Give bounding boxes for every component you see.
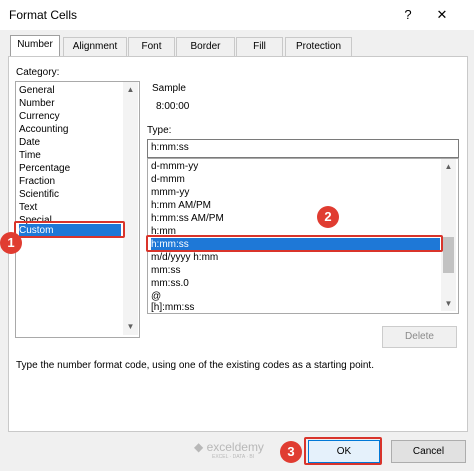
watermark-icon: ◆: [194, 440, 204, 454]
type-item[interactable]: mm:ss: [151, 265, 180, 277]
scroll-thumb[interactable]: [443, 237, 454, 273]
scroll-up-icon[interactable]: ▲: [123, 83, 138, 97]
category-item-fraction[interactable]: Fraction: [19, 176, 55, 188]
annotation-box-ok: [304, 437, 382, 465]
category-item-accounting[interactable]: Accounting: [19, 124, 68, 136]
tab-number[interactable]: Number: [10, 35, 60, 57]
annotation-box-type: [146, 235, 443, 252]
annotation-badge-1: 1: [0, 232, 22, 254]
scroll-up-icon[interactable]: ▲: [441, 160, 456, 174]
category-item-percentage[interactable]: Percentage: [19, 163, 70, 175]
watermark-name: exceldemy: [206, 440, 264, 454]
scroll-down-icon[interactable]: ▼: [441, 297, 456, 311]
category-label: Category:: [16, 67, 60, 78]
type-item[interactable]: h:mm AM/PM: [151, 200, 211, 212]
sample-value: 8:00:00: [156, 101, 190, 112]
category-item-scientific[interactable]: Scientific: [19, 189, 59, 201]
annotation-box-custom: [14, 221, 125, 238]
scroll-down-icon[interactable]: ▼: [123, 320, 138, 334]
dialog-title: Format Cells: [9, 8, 78, 22]
category-item-number[interactable]: Number: [19, 98, 55, 110]
tab-alignment[interactable]: Alignment: [63, 37, 127, 56]
tab-protection[interactable]: Protection: [285, 37, 352, 56]
category-item-time[interactable]: Time: [19, 150, 41, 162]
type-item[interactable]: mmm-yy: [151, 187, 189, 199]
watermark-logo: ◆ exceldemy: [194, 440, 264, 454]
type-item[interactable]: mm:ss.0: [151, 278, 189, 290]
category-item-general[interactable]: General: [19, 85, 55, 97]
description-text: Type the number format code, using one o…: [16, 360, 374, 371]
delete-button[interactable]: Delete: [382, 326, 457, 348]
type-item[interactable]: h:mm:ss AM/PM: [151, 213, 224, 225]
category-list[interactable]: General Number Currency Accounting Date …: [15, 81, 140, 338]
tab-fill[interactable]: Fill: [236, 37, 283, 56]
category-item-date[interactable]: Date: [19, 137, 40, 149]
category-scrollbar[interactable]: ▲ ▼: [123, 82, 138, 335]
cancel-button[interactable]: Cancel: [391, 440, 466, 463]
type-item[interactable]: m/d/yyyy h:mm: [151, 252, 218, 264]
sample-label: Sample: [152, 83, 186, 94]
category-item-text[interactable]: Text: [19, 202, 37, 214]
help-button[interactable]: ?: [396, 4, 420, 26]
tab-border[interactable]: Border: [176, 37, 235, 56]
type-input[interactable]: h:mm:ss: [147, 139, 459, 158]
annotation-badge-3: 3: [280, 441, 302, 463]
type-scrollbar[interactable]: ▲ ▼: [441, 159, 456, 311]
type-label: Type:: [147, 125, 172, 136]
close-button[interactable]: ✕: [430, 4, 454, 26]
type-input-value: h:mm:ss: [151, 142, 189, 153]
tab-font[interactable]: Font: [128, 37, 175, 56]
type-item[interactable]: d-mmm: [151, 174, 185, 186]
type-item[interactable]: [h]:mm:ss: [151, 302, 194, 313]
watermark-tagline: EXCEL · DATA · BI: [212, 454, 255, 460]
annotation-badge-2: 2: [317, 206, 339, 228]
type-item[interactable]: d-mmm-yy: [151, 161, 198, 173]
category-item-currency[interactable]: Currency: [19, 111, 60, 123]
